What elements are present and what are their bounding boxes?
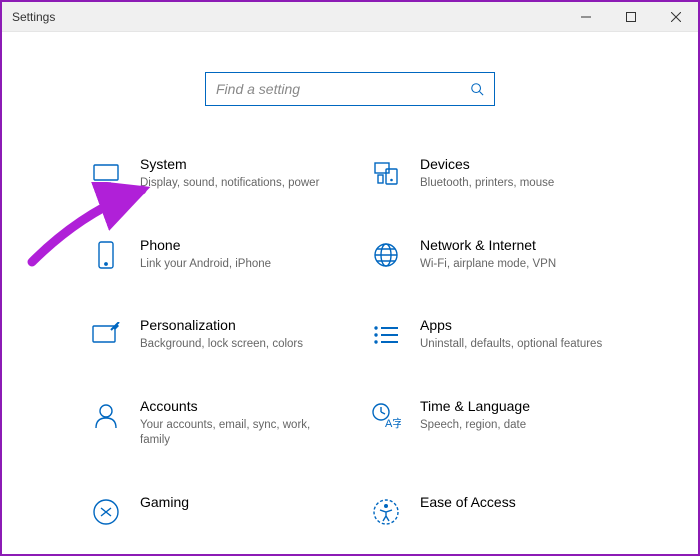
tile-apps[interactable]: Apps Uninstall, defaults, optional featu… <box>370 317 610 353</box>
tile-devices[interactable]: Devices Bluetooth, printers, mouse <box>370 156 610 192</box>
tile-title: Phone <box>140 237 330 253</box>
tile-desc: Link your Android, iPhone <box>140 257 330 273</box>
minimize-button[interactable] <box>563 2 608 31</box>
tile-title: Network & Internet <box>420 237 610 253</box>
content-area: System Display, sound, notifications, po… <box>2 32 698 528</box>
tile-network[interactable]: Network & Internet Wi-Fi, airplane mode,… <box>370 237 610 273</box>
tile-desc: Your accounts, email, sync, work, family <box>140 418 330 449</box>
window-title: Settings <box>12 10 55 24</box>
close-button[interactable] <box>653 2 698 31</box>
ease-of-access-icon <box>370 496 402 528</box>
tile-desc: Speech, region, date <box>420 418 610 434</box>
close-icon <box>671 12 681 22</box>
system-icon <box>90 158 122 190</box>
maximize-icon <box>626 12 636 22</box>
gaming-icon <box>90 496 122 528</box>
accounts-icon <box>90 400 122 432</box>
phone-icon <box>90 239 122 271</box>
tile-desc: Bluetooth, printers, mouse <box>420 176 610 192</box>
tile-personalization[interactable]: Personalization Background, lock screen,… <box>90 317 330 353</box>
tile-phone[interactable]: Phone Link your Android, iPhone <box>90 237 330 273</box>
window-controls <box>563 2 698 31</box>
tile-title: Personalization <box>140 317 330 333</box>
tile-gaming[interactable]: Gaming <box>90 494 330 528</box>
tile-title: System <box>140 156 330 172</box>
devices-icon <box>370 158 402 190</box>
globe-icon <box>370 239 402 271</box>
tile-title: Devices <box>420 156 610 172</box>
settings-grid: System Display, sound, notifications, po… <box>70 156 630 528</box>
tile-title: Ease of Access <box>420 494 610 510</box>
personalization-icon <box>90 319 122 351</box>
time-language-icon: A字 <box>370 400 402 432</box>
tile-accounts[interactable]: Accounts Your accounts, email, sync, wor… <box>90 398 330 449</box>
search-input[interactable] <box>216 81 470 97</box>
search-icon <box>470 82 484 96</box>
titlebar: Settings <box>2 2 698 32</box>
tile-time-language[interactable]: A字 Time & Language Speech, region, date <box>370 398 610 449</box>
tile-title: Time & Language <box>420 398 610 414</box>
maximize-button[interactable] <box>608 2 653 31</box>
tile-desc: Uninstall, defaults, optional features <box>420 337 610 353</box>
search-box[interactable] <box>205 72 495 106</box>
tile-ease-of-access[interactable]: Ease of Access <box>370 494 610 528</box>
tile-title: Apps <box>420 317 610 333</box>
tile-title: Gaming <box>140 494 330 510</box>
tile-desc: Background, lock screen, colors <box>140 337 330 353</box>
apps-icon <box>370 319 402 351</box>
tile-desc: Display, sound, notifications, power <box>140 176 330 192</box>
svg-text:A字: A字 <box>385 416 401 430</box>
tile-title: Accounts <box>140 398 330 414</box>
minimize-icon <box>581 12 591 22</box>
tile-desc: Wi-Fi, airplane mode, VPN <box>420 257 610 273</box>
tile-system[interactable]: System Display, sound, notifications, po… <box>90 156 330 192</box>
